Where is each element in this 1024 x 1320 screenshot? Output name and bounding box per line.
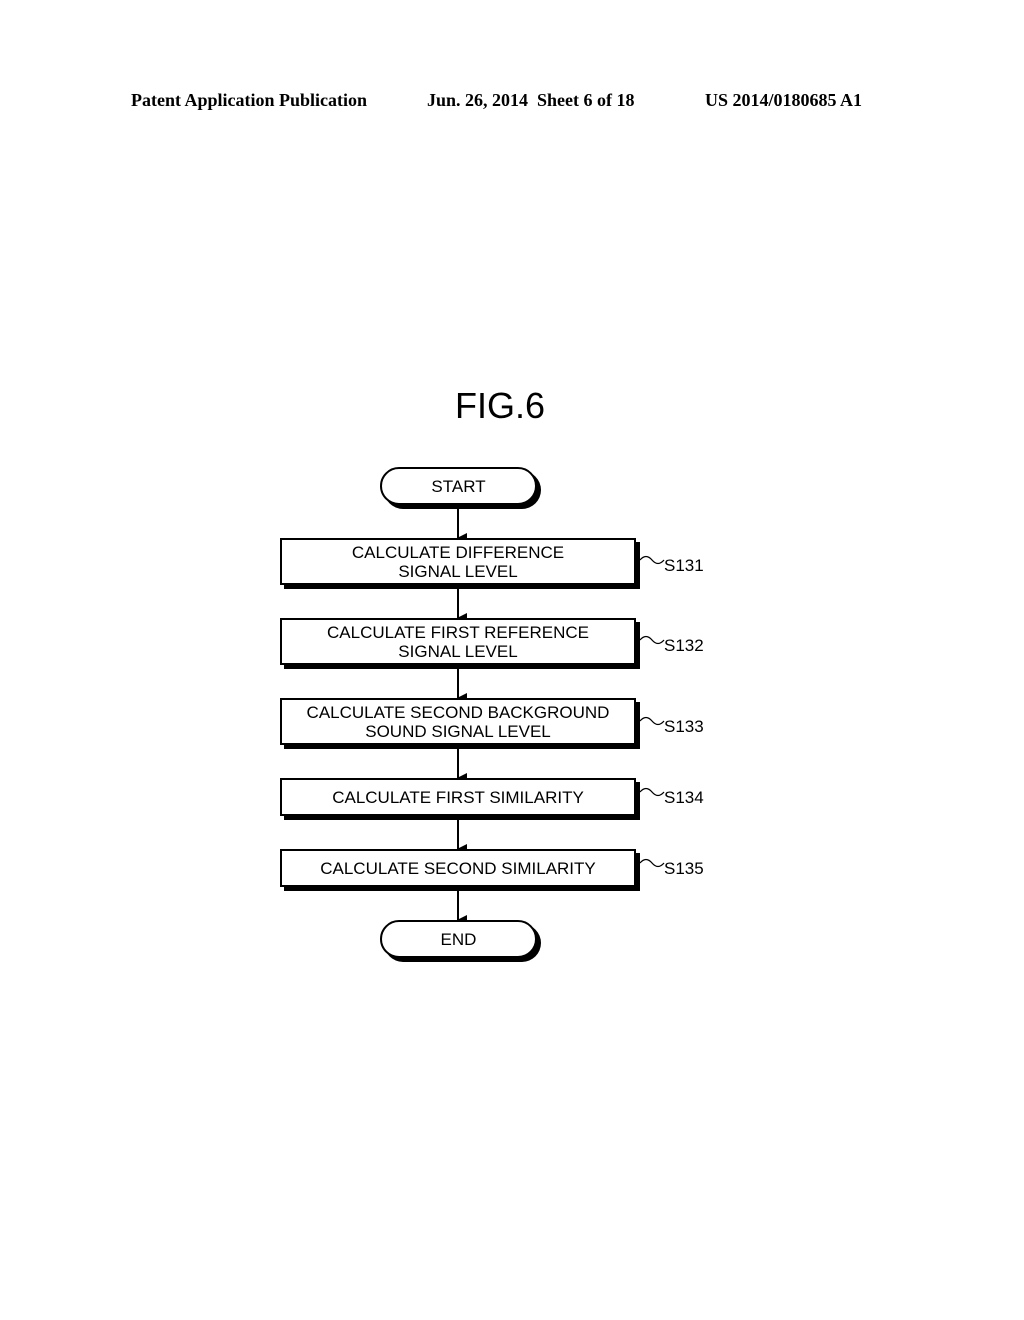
step-box-s133: CALCULATE SECOND BACKGROUND SOUND SIGNAL… — [280, 698, 636, 745]
step-label-s132: S132 — [664, 636, 704, 655]
step-label-s133: S133 — [664, 717, 704, 736]
step-box-s131: CALCULATE DIFFERENCE SIGNAL LEVEL — [280, 538, 636, 585]
step-text: CALCULATE FIRST SIMILARITY — [332, 787, 584, 807]
start-label: START — [431, 476, 486, 496]
step-box-s132: CALCULATE FIRST REFERENCE SIGNAL LEVEL — [280, 618, 636, 665]
leader-line — [639, 858, 665, 868]
step-text: CALCULATE DIFFERENCE SIGNAL LEVEL — [351, 542, 565, 581]
step-label-s134: S134 — [664, 788, 704, 807]
step-box-s134: CALCULATE FIRST SIMILARITY — [280, 778, 636, 816]
step-label-s135: S135 — [664, 859, 704, 878]
step-box-s135: CALCULATE SECOND SIMILARITY — [280, 849, 636, 887]
leader-line — [639, 787, 665, 797]
end-terminal: END — [380, 920, 537, 958]
leader-line — [639, 716, 665, 726]
start-terminal: START — [380, 467, 537, 505]
step-label-s131: S131 — [664, 556, 704, 575]
leader-line — [639, 635, 665, 645]
step-text: CALCULATE SECOND BACKGROUND SOUND SIGNAL… — [306, 702, 610, 741]
leader-line — [639, 555, 665, 565]
end-label: END — [440, 929, 477, 949]
step-text: CALCULATE FIRST REFERENCE SIGNAL LEVEL — [327, 622, 589, 661]
step-text: CALCULATE SECOND SIMILARITY — [320, 858, 596, 878]
